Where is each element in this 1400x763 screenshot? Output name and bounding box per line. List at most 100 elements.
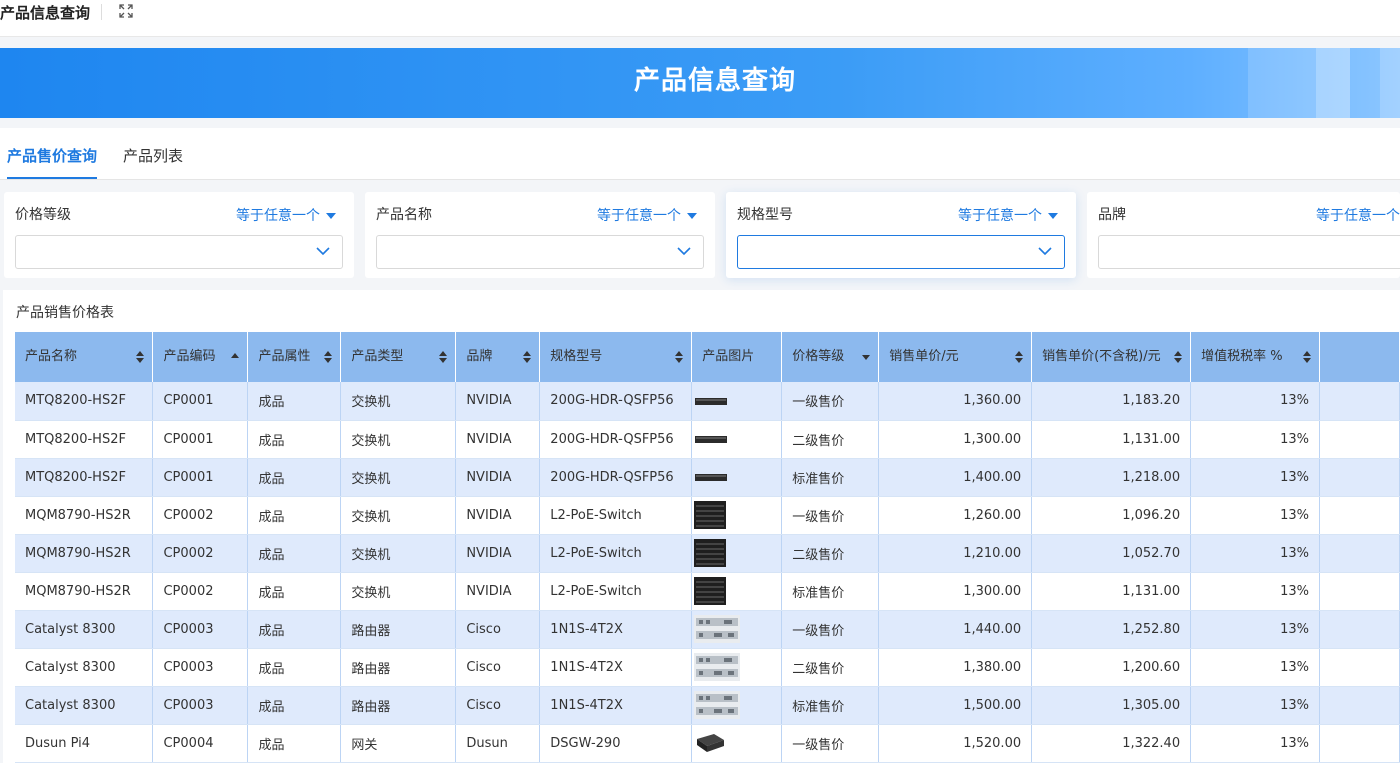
column-header-name[interactable]: 产品名称 (15, 332, 154, 382)
cell-vat-rate: 13% (1190, 572, 1320, 611)
table-row[interactable]: Dusun Pi4 CP0004 成品 网关 Dusun DSGW-290 一级售价 1,52… (15, 724, 1400, 763)
product-image-switch-stack[interactable] (694, 501, 727, 529)
cell-price-level: 二级售价 (781, 534, 880, 573)
header-label: 产品编码 (163, 349, 216, 364)
column-header-type[interactable]: 产品类型 (340, 332, 457, 382)
product-image-router[interactable] (694, 615, 741, 643)
tab-product-list[interactable]: 产品列表 (123, 145, 183, 166)
brand-select[interactable] (1098, 235, 1400, 269)
column-header-price-ex-tax[interactable]: 销售单价(不含税)/元 (1031, 332, 1192, 382)
cell-product-name: MTQ8200-HS2F (15, 458, 154, 497)
cell-extra (1319, 382, 1400, 421)
column-header-price[interactable]: 销售单价/元 (878, 332, 1033, 382)
cell-price-level: 二级售价 (781, 648, 880, 687)
filter-operator-dropdown[interactable]: 等于任意一个 (597, 205, 697, 225)
product-name-select[interactable] (376, 235, 704, 269)
cell-extra (1319, 534, 1400, 573)
cell-product-image (691, 572, 783, 611)
sort-icon[interactable] (1015, 351, 1024, 363)
column-header-model[interactable]: 规格型号 (539, 332, 693, 382)
sort-icon[interactable] (523, 351, 532, 363)
cell-product-attr: 成品 (247, 648, 342, 687)
product-image-gateway[interactable] (694, 731, 726, 755)
cell-brand: NVIDIA (455, 572, 541, 611)
cell-product-name: MQM8790-HS2R (15, 572, 154, 611)
cell-brand: NVIDIA (455, 382, 541, 421)
cell-product-code: CP0002 (152, 496, 249, 535)
table-row[interactable]: MTQ8200-HS2F CP0001 成品 交换机 NVIDIA 200G-HDR-QS… (15, 458, 1400, 497)
sort-icon[interactable] (1303, 351, 1311, 363)
column-header-attr[interactable]: 产品属性 (247, 332, 342, 382)
sort-icon[interactable] (324, 351, 333, 363)
filter-operator-label: 等于任意一个 (1316, 208, 1400, 224)
title-divider (101, 4, 102, 20)
cell-vat-rate: 13% (1190, 724, 1320, 763)
cell-extra (1319, 496, 1400, 535)
banner-title: 产品信息查询 (633, 66, 796, 96)
cell-brand: Dusun (455, 724, 541, 763)
filter-operator-label: 等于任意一个 (236, 208, 320, 224)
price-table: 产品名称 产品编码 产品属性 产品类型 品牌 规格型号 产品图片 价格等级 销售… (15, 332, 1400, 763)
cell-unit-price: 1,210.00 (878, 534, 1033, 573)
product-image-switch-stack[interactable] (694, 577, 727, 605)
cell-product-name: Catalyst 8300 (15, 648, 154, 687)
cell-product-type: 交换机 (340, 420, 457, 459)
table-row[interactable]: MQM8790-HS2R CP0002 成品 交换机 NVIDIA L2-PoE-Swit… (15, 534, 1400, 573)
cell-product-type: 交换机 (340, 382, 457, 421)
product-image-switch[interactable] (694, 471, 728, 483)
column-header-brand[interactable]: 品牌 (455, 332, 541, 382)
cell-product-code: CP0001 (152, 382, 249, 421)
header-label: 增值税税率 % (1201, 349, 1283, 364)
cell-product-type: 路由器 (340, 648, 457, 687)
caret-down-icon (687, 213, 697, 219)
active-tab-indicator (7, 177, 97, 179)
cell-product-code: CP0003 (152, 610, 249, 649)
sort-icon[interactable] (439, 351, 448, 363)
table-row[interactable]: Catalyst 8300 CP0003 成品 路由器 Cisco 1N1S-4T2X 二级… (15, 648, 1400, 687)
header-label: 品牌 (466, 349, 493, 364)
sort-icon[interactable] (675, 351, 684, 363)
column-header-code[interactable]: 产品编码 (152, 332, 249, 382)
cell-product-image (691, 610, 783, 649)
cell-price-level: 一级售价 (781, 496, 880, 535)
filter-operator-dropdown[interactable]: 等于任意一个 (236, 205, 336, 225)
price-level-select[interactable] (15, 235, 343, 269)
cell-brand: Cisco (455, 648, 541, 687)
tab-price-query[interactable]: 产品售价查询 (7, 145, 97, 166)
table-row[interactable]: Catalyst 8300 CP0003 成品 路由器 Cisco 1N1S-4T2X 标准… (15, 686, 1400, 725)
filter-operator-label: 等于任意一个 (958, 208, 1042, 224)
cell-spec-model: DSGW-290 (539, 724, 693, 763)
cell-unit-price: 1,520.00 (878, 724, 1033, 763)
fullscreen-icon[interactable] (118, 3, 134, 19)
product-image-router[interactable] (694, 653, 741, 681)
cell-product-code: CP0002 (152, 534, 249, 573)
filter-operator-dropdown[interactable]: 等于任意一个 (1316, 205, 1400, 225)
page-banner: 产品信息查询 (0, 48, 1400, 118)
cell-product-type: 路由器 (340, 686, 457, 725)
product-image-router[interactable] (694, 691, 741, 719)
cell-unit-price-ex-tax: 1,322.40 (1031, 724, 1192, 763)
table-row[interactable]: MQM8790-HS2R CP0002 成品 交换机 NVIDIA L2-PoE-Swit… (15, 572, 1400, 611)
product-image-switch[interactable] (694, 433, 728, 445)
sort-icon[interactable] (1174, 351, 1183, 363)
table-row[interactable]: MQM8790-HS2R CP0002 成品 交换机 NVIDIA L2-PoE-Swit… (15, 496, 1400, 535)
filter-brand: 品牌 等于任意一个 (1087, 192, 1400, 278)
sort-icon[interactable] (136, 351, 145, 363)
sort-asc-icon[interactable] (231, 351, 240, 363)
cell-unit-price: 1,380.00 (878, 648, 1033, 687)
cell-spec-model: L2-PoE-Switch (539, 534, 693, 573)
cell-vat-rate: 13% (1190, 382, 1320, 421)
chevron-down-icon (316, 247, 330, 256)
cell-vat-rate: 13% (1190, 534, 1320, 573)
table-row[interactable]: MTQ8200-HS2F CP0001 成品 交换机 NVIDIA 200G-HDR-QS… (15, 420, 1400, 459)
filter-operator-dropdown[interactable]: 等于任意一个 (958, 205, 1058, 225)
sort-desc-icon[interactable] (862, 351, 871, 363)
column-header-vat[interactable]: 增值税税率 % (1190, 332, 1320, 382)
product-image-switch[interactable] (694, 395, 728, 407)
chevron-down-icon (677, 247, 691, 256)
spec-model-select[interactable] (737, 235, 1065, 269)
table-row[interactable]: MTQ8200-HS2F CP0001 成品 交换机 NVIDIA 200G-HDR-QS… (15, 382, 1400, 421)
column-header-level[interactable]: 价格等级 (781, 332, 880, 382)
product-image-switch-stack[interactable] (694, 539, 727, 567)
table-row[interactable]: Catalyst 8300 CP0003 成品 路由器 Cisco 1N1S-4T2X 一级… (15, 610, 1400, 649)
